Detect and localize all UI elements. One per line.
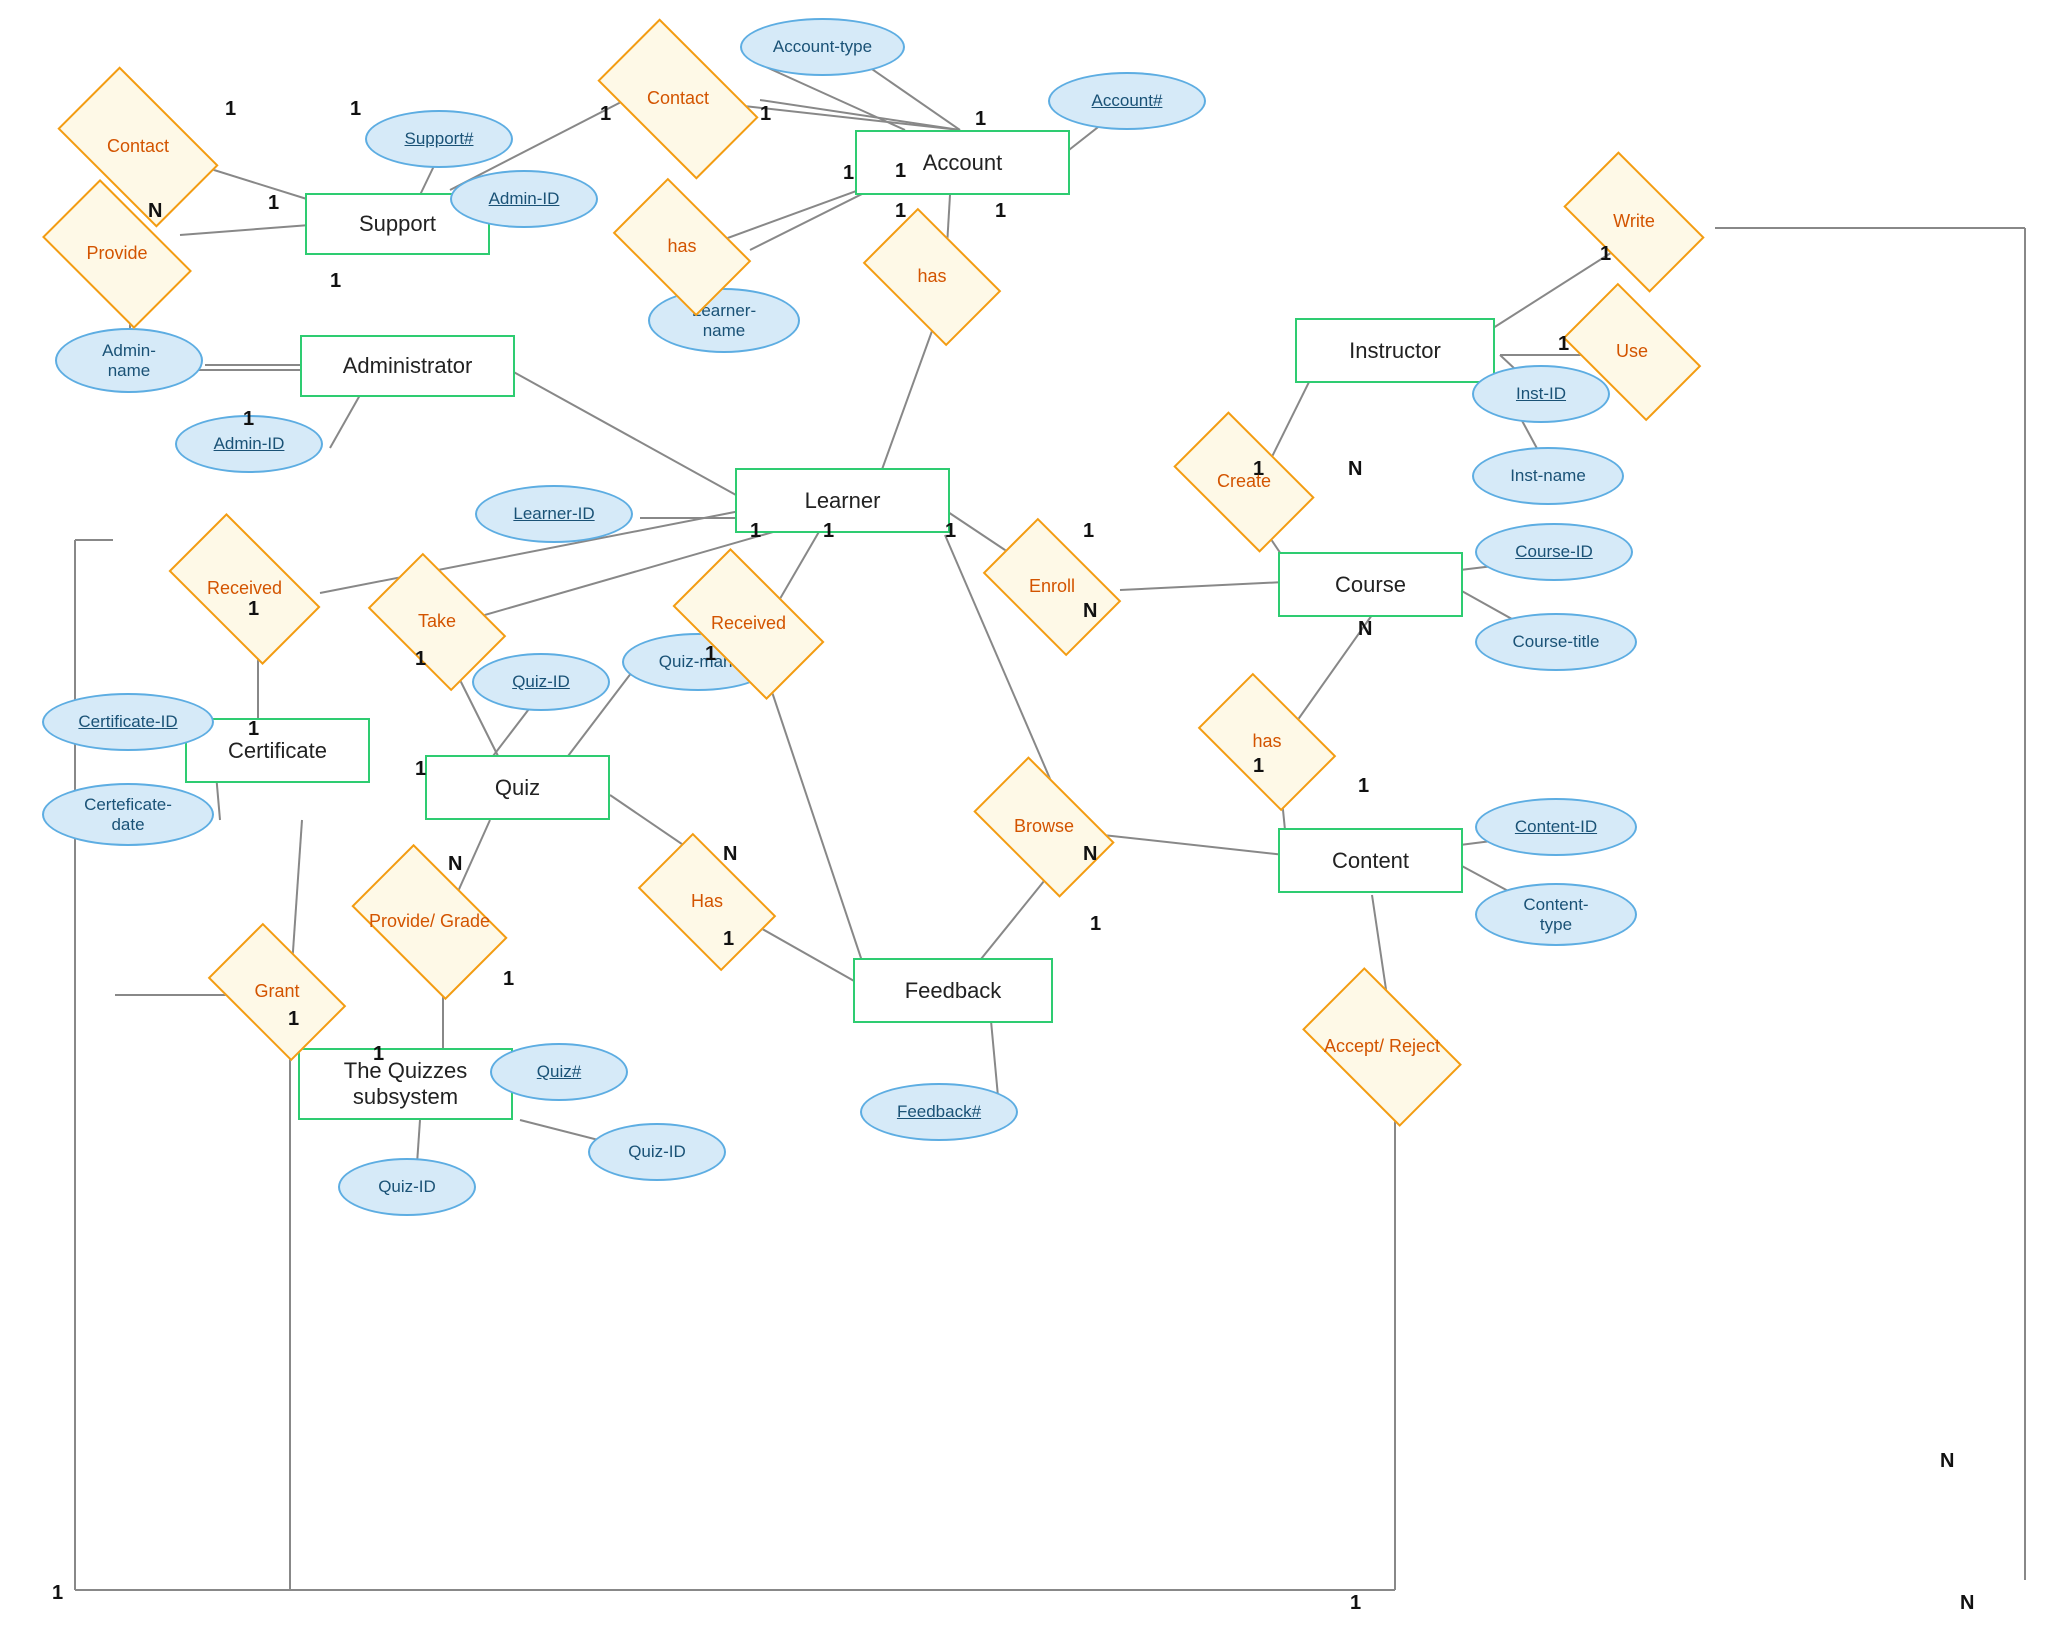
attr-account-type: Account-type — [740, 18, 905, 76]
card-15: 1 — [248, 718, 259, 741]
card-27: 1 — [1558, 333, 1569, 356]
card-5: 1 — [975, 108, 986, 131]
entity-course: Course — [1278, 552, 1463, 617]
card-33: N — [723, 843, 737, 866]
entity-feedback: Feedback — [853, 958, 1053, 1023]
rel-contact-top: Contact — [608, 55, 748, 143]
card-3: 1 — [600, 103, 611, 126]
attr-quiz-num: Quiz# — [490, 1043, 628, 1101]
card-41: N — [1960, 1592, 1974, 1615]
card-37: 1 — [288, 1008, 299, 1031]
card-17: 1 — [415, 758, 426, 781]
attr-learner-id: Learner-ID — [475, 485, 633, 543]
card-21: 1 — [945, 520, 956, 543]
attr-cert-date: Certeficate- date — [42, 783, 214, 846]
attr-account-num: Account# — [1048, 72, 1206, 130]
card-28: N — [1358, 618, 1372, 641]
card-8: 1 — [268, 192, 279, 215]
card-1: 1 — [225, 98, 236, 121]
rel-has-account-learner: has — [873, 238, 991, 316]
attr-feedback-num: Feedback# — [860, 1083, 1018, 1141]
card-38: 1 — [373, 1043, 384, 1066]
attr-inst-name: Inst-name — [1472, 447, 1624, 505]
attr-content-id: Content-ID — [1475, 798, 1637, 856]
card-36: 1 — [503, 968, 514, 991]
card-19: 1 — [750, 520, 761, 543]
attr-quiz-id-top: Quiz-ID — [472, 653, 610, 711]
card-12: 1 — [330, 270, 341, 293]
entity-administrator: Administrator — [300, 335, 515, 397]
card-13: 1 — [243, 408, 254, 431]
card-25: N — [1348, 458, 1362, 481]
card-34: 1 — [723, 928, 734, 951]
rel-received-cert: Received — [178, 548, 311, 630]
rel-has-quiz-feedback: Has — [648, 863, 766, 941]
card-23: N — [1083, 600, 1097, 623]
card-35: N — [448, 853, 462, 876]
entity-certificate: Certificate — [185, 718, 370, 783]
card-16: 1 — [415, 648, 426, 671]
card-2: 1 — [350, 98, 361, 121]
attr-quiz-id-sub-right: Quiz-ID — [588, 1123, 726, 1181]
entity-learner: Learner — [735, 468, 950, 533]
card-4: 1 — [760, 103, 771, 126]
rel-provide: Provide — [52, 213, 182, 295]
card-31: N — [1083, 843, 1097, 866]
entity-instructor: Instructor — [1295, 318, 1495, 383]
rel-accept-reject: Accept/ Reject — [1313, 1003, 1451, 1091]
card-26: 1 — [1600, 243, 1611, 266]
rel-create: Create — [1183, 443, 1305, 521]
entity-content: Content — [1278, 828, 1463, 893]
card-30: 1 — [1253, 755, 1264, 778]
entity-account: Account — [855, 130, 1070, 195]
rel-contact-left: Contact — [68, 103, 208, 191]
card-39: 1 — [52, 1582, 63, 1605]
card-32: 1 — [1090, 913, 1101, 936]
rel-received-feedback: Received — [682, 583, 815, 665]
card-14: 1 — [248, 598, 259, 621]
entity-quizzes-sub: The Quizzes subsystem — [298, 1048, 513, 1120]
attr-learner-name: Learner- name — [648, 288, 800, 353]
rel-use: Use — [1573, 313, 1691, 391]
card-6: 1 — [843, 162, 854, 185]
attr-support-num: Support# — [365, 110, 513, 168]
card-18: 1 — [705, 643, 716, 666]
rel-write: Write — [1573, 183, 1695, 261]
attr-admin-name: Admin- name — [55, 328, 203, 393]
card-7: N — [148, 200, 162, 223]
rel-has-learner-left: has — [623, 208, 741, 286]
card-20: 1 — [823, 520, 834, 543]
card-22: 1 — [1083, 520, 1094, 543]
attr-course-id: Course-ID — [1475, 523, 1633, 581]
card-40: N — [1940, 1450, 1954, 1473]
er-diagram: Account Support Administrator Learner In… — [0, 0, 2059, 1632]
card-11: 1 — [995, 200, 1006, 223]
rel-provide-grade: Provide/ Grade — [363, 878, 496, 966]
attr-cert-id: Certificate-ID — [42, 693, 214, 751]
entity-quiz: Quiz — [425, 755, 610, 820]
rel-has-course-content: has — [1208, 703, 1326, 781]
attr-admin-id-top: Admin-ID — [450, 170, 598, 228]
attr-content-type: Content- type — [1475, 883, 1637, 946]
attr-course-title: Course-title — [1475, 613, 1637, 671]
card-10: 1 — [895, 200, 906, 223]
card-42: 1 — [1350, 1592, 1361, 1615]
card-29: 1 — [1358, 775, 1369, 798]
card-9: 1 — [895, 160, 906, 183]
rel-take: Take — [378, 583, 496, 661]
rel-grant: Grant — [218, 953, 336, 1031]
attr-quiz-id-sub-left: Quiz-ID — [338, 1158, 476, 1216]
